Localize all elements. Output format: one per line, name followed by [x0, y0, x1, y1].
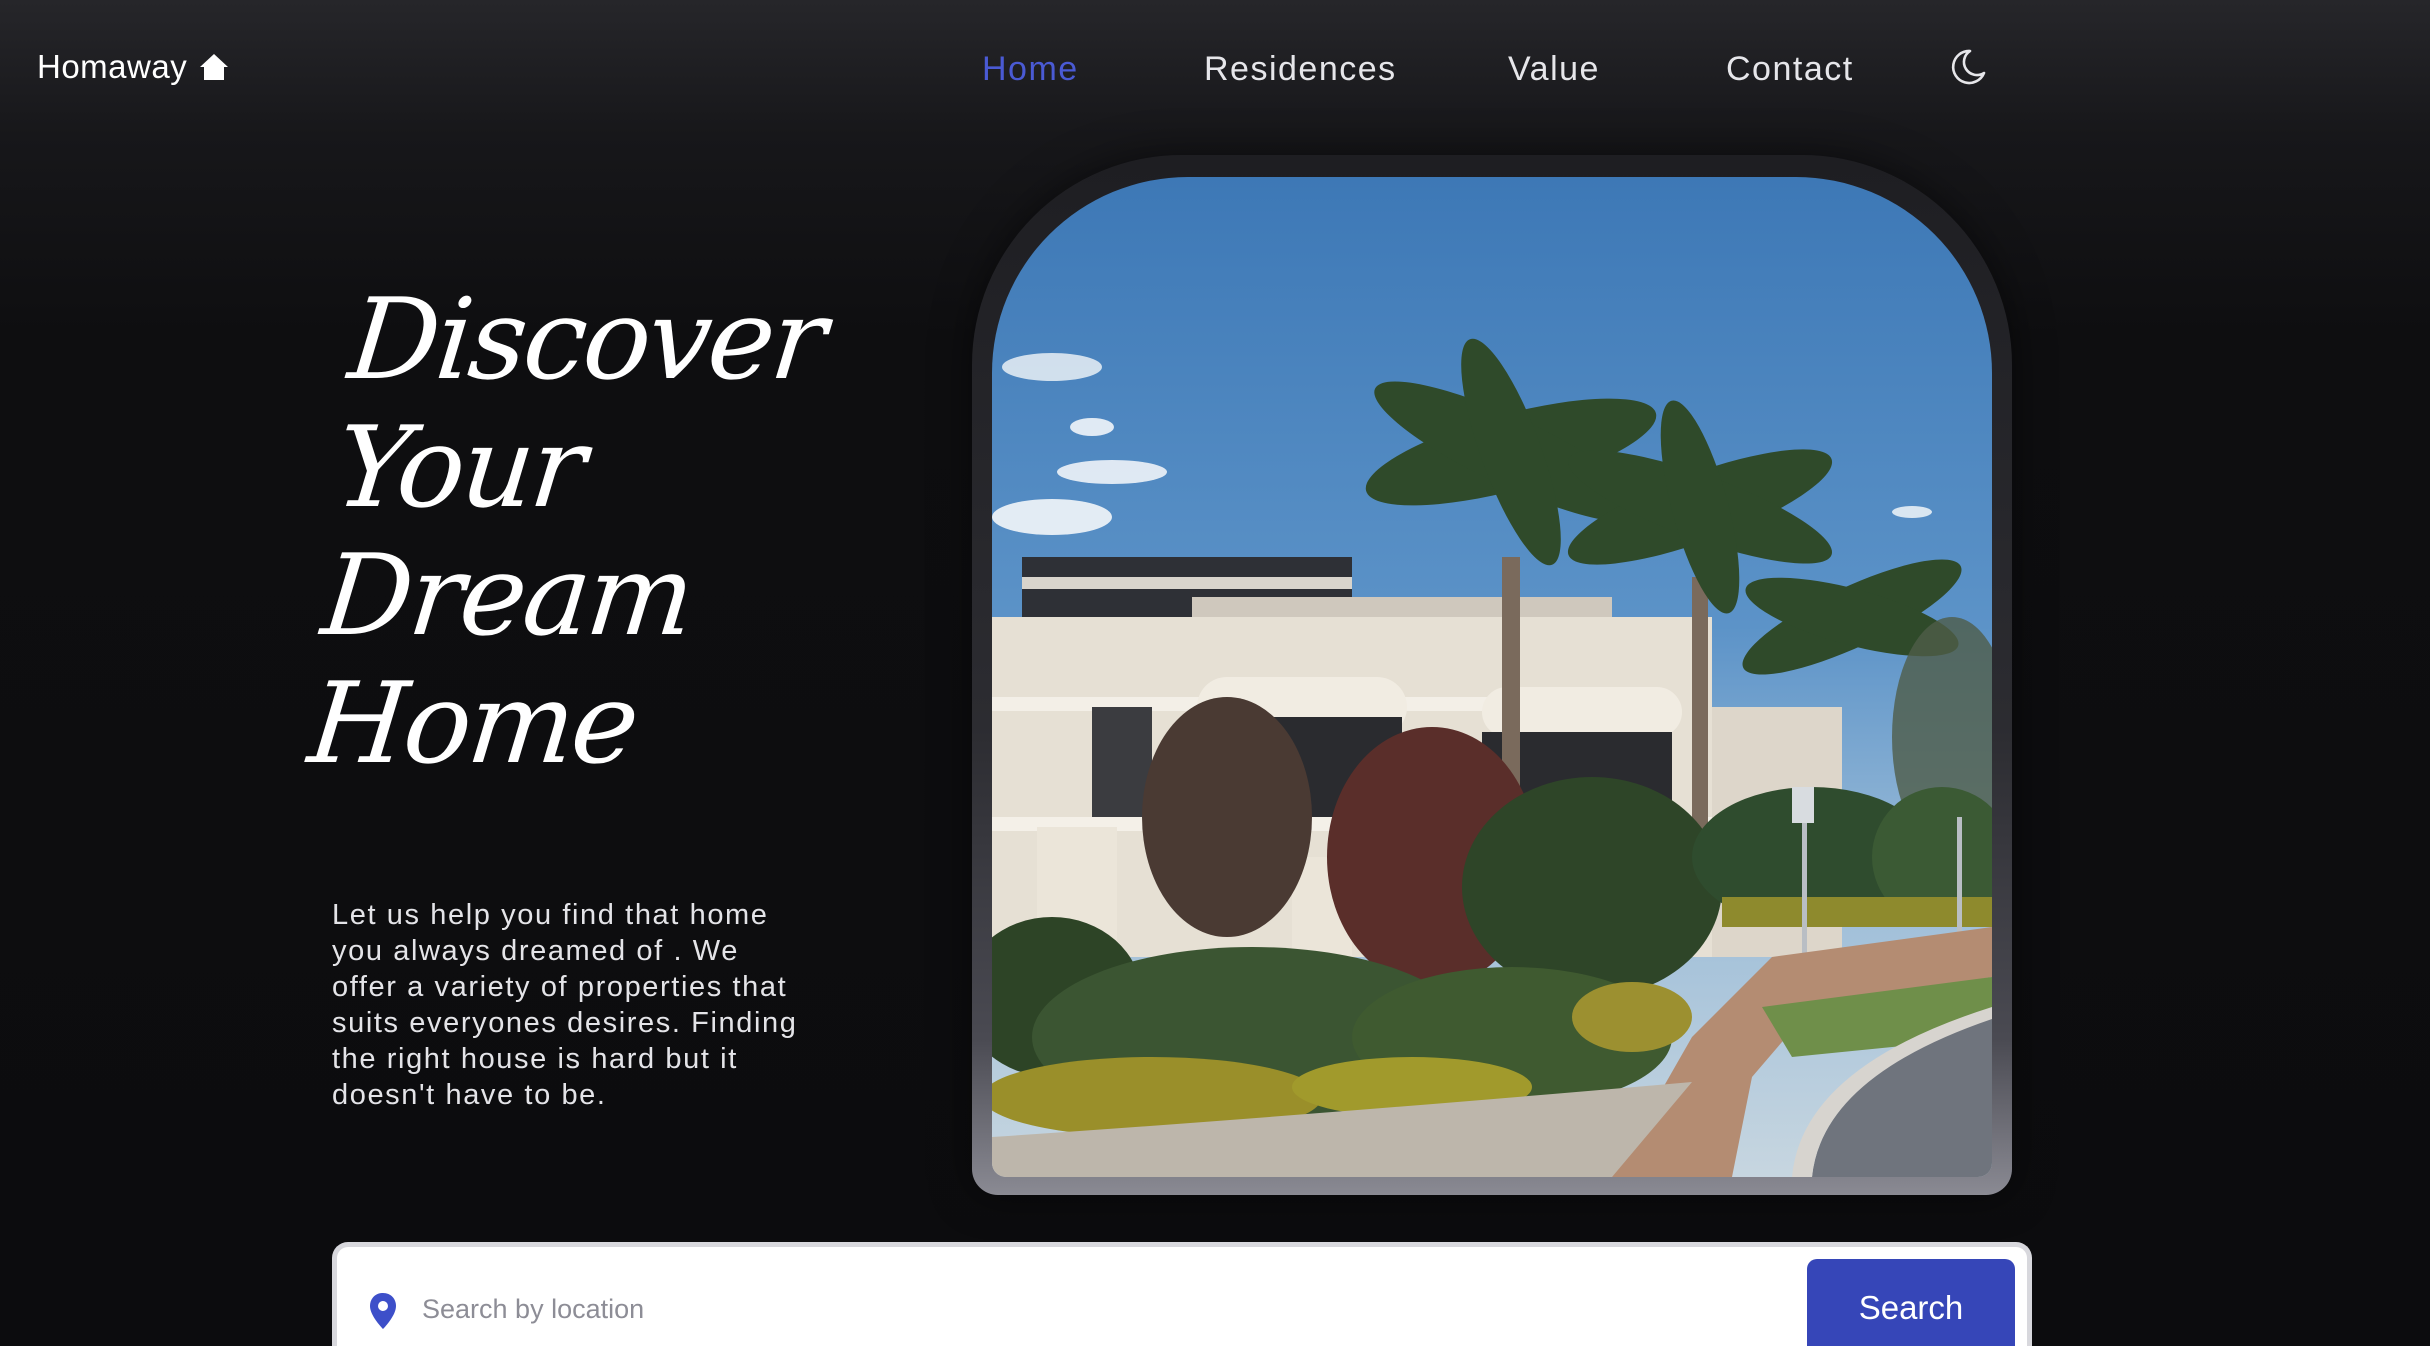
page: Homaway Home Residences Value Contact Di… [0, 0, 2430, 1346]
hero-image [992, 177, 1992, 1177]
hero-title-line: Home [302, 659, 643, 789]
nav-item-value[interactable]: Value [1508, 44, 1600, 94]
hero-title-line: Discover [343, 275, 830, 405]
search-button[interactable]: Search [1807, 1259, 2015, 1346]
nav-item-contact[interactable]: Contact [1726, 44, 1854, 94]
main-nav: Home Residences Value Contact [0, 44, 2430, 94]
hero-description: Let us help you find that home you alway… [332, 899, 798, 1111]
hero-image-frame [972, 155, 2012, 1195]
search-input[interactable] [420, 1283, 1424, 1335]
search-bar: Search [332, 1242, 2032, 1346]
hero-title-line: Your [329, 403, 589, 533]
moon-icon[interactable] [1948, 47, 1988, 87]
hero-title: Discover Your Dream Home [302, 275, 877, 789]
nav-item-home[interactable]: Home [982, 44, 1079, 94]
location-pin-icon [370, 1293, 396, 1329]
hero-title-line: Dream [316, 531, 698, 661]
house-photo-illustration [992, 338, 1992, 1177]
nav-item-residences[interactable]: Residences [1204, 44, 1397, 94]
